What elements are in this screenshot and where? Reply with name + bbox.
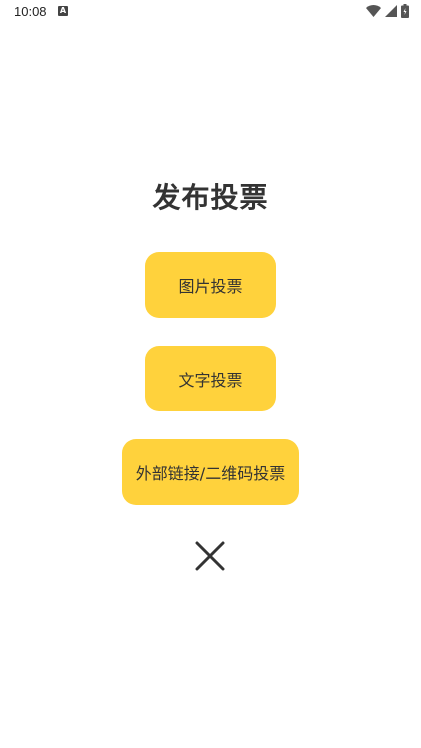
status-time: 10:08 bbox=[14, 4, 47, 19]
a-icon: A bbox=[58, 6, 68, 16]
battery-icon bbox=[401, 4, 409, 18]
close-icon bbox=[195, 541, 225, 571]
text-vote-label: 文字投票 bbox=[178, 370, 243, 390]
link-qr-vote-label: 外部链接/二维码投票 bbox=[135, 464, 286, 483]
vote-publish-screen: 10:08 A 发布投票 图片投票 文字投票 外部链接/二维码投票 bbox=[0, 0, 421, 748]
image-vote-button[interactable]: 图片投票 bbox=[145, 252, 276, 318]
link-qr-vote-button[interactable]: 外部链接/二维码投票 bbox=[122, 439, 299, 505]
signal-icon bbox=[385, 5, 397, 17]
status-bar: 10:08 A bbox=[0, 0, 421, 24]
page-title: 发布投票 bbox=[152, 181, 269, 214]
status-icons bbox=[366, 4, 409, 18]
text-vote-button[interactable]: 文字投票 bbox=[145, 346, 276, 411]
image-vote-label: 图片投票 bbox=[178, 277, 243, 296]
wifi-icon bbox=[366, 5, 381, 17]
close-button[interactable] bbox=[190, 536, 230, 576]
